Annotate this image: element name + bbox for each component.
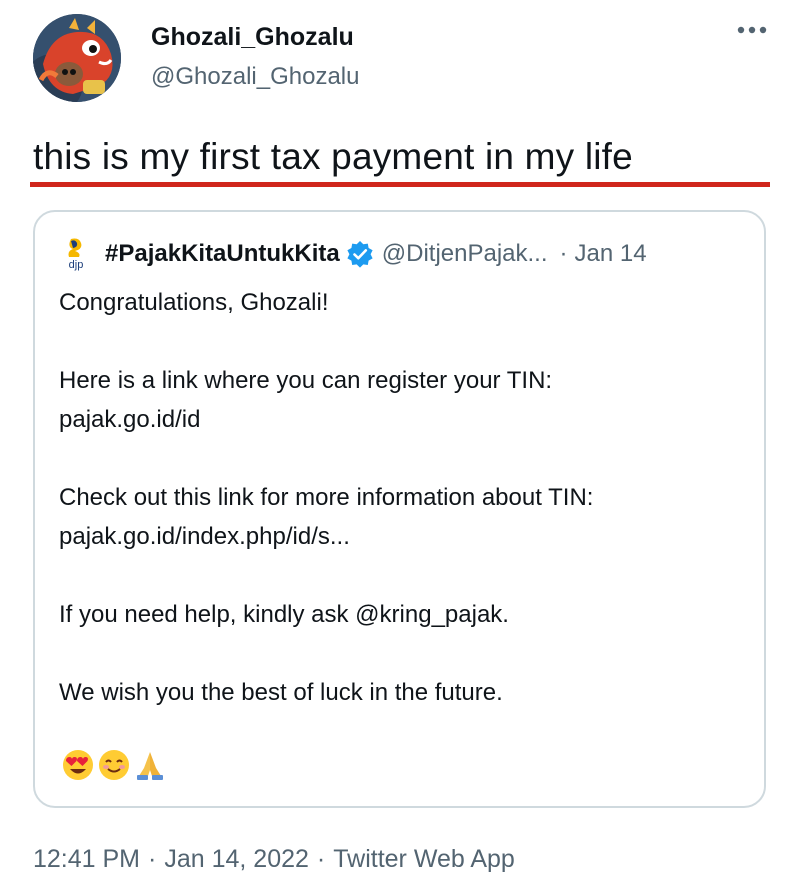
quote-line-register: Here is a link where you can register yo… <box>59 367 553 394</box>
tweet-text: this is my first tax payment in my life <box>33 136 633 177</box>
quote-line-greeting: Congratulations, Ghozali! <box>59 289 329 316</box>
quoted-author-name[interactable]: #PajakKitaUntukKita <box>105 240 340 268</box>
tweet-time[interactable]: 12:41 PM <box>33 845 140 873</box>
separator-dot: · <box>316 845 326 873</box>
quote-link-register[interactable]: pajak.go.id/id <box>59 405 200 435</box>
author-avatar[interactable] <box>33 14 121 102</box>
separator-dot: · <box>148 845 157 873</box>
quote-link-info[interactable]: pajak.go.id/index.php/id/s... <box>59 522 350 552</box>
quoted-tweet-header: djp #PajakKitaUntukKita @DitjenPajak... … <box>61 236 647 272</box>
author-handle[interactable]: @Ghozali_Ghozalu <box>151 62 359 92</box>
tweet-meta: 12:41 PM · Jan 14, 2022 · Twitter Web App <box>33 843 515 875</box>
highlight-underline <box>30 182 770 187</box>
author-info: Ghozali_Ghozalu @Ghozali_Ghozalu <box>151 22 359 92</box>
folded-hands-emoji-icon <box>137 752 163 780</box>
author-display-name[interactable]: Ghozali_Ghozalu <box>151 22 359 52</box>
quoted-author-handle[interactable]: @DitjenPajak... <box>382 240 548 268</box>
quote-line-wish: We wish you the best of luck in the futu… <box>59 679 503 706</box>
djp-logo-icon[interactable]: djp <box>61 237 91 271</box>
tweet-date[interactable]: Jan 14, 2022 <box>164 845 309 873</box>
verified-badge-icon <box>347 241 373 268</box>
smiling-face-emoji-icon <box>99 750 129 780</box>
svg-text:djp: djp <box>69 259 84 271</box>
emoji-row <box>61 748 167 782</box>
tweet-header: Ghozali_Ghozalu @Ghozali_Ghozalu <box>33 14 773 104</box>
tweet-source[interactable]: Twitter Web App <box>333 845 515 873</box>
quote-line-info: Check out this link for more information… <box>59 484 594 511</box>
heart-eyes-emoji-icon <box>63 750 93 780</box>
quote-line-help: If you need help, kindly ask @kring_paja… <box>59 601 509 628</box>
separator-dot: · <box>559 240 568 267</box>
character-avatar-icon <box>33 14 121 102</box>
quoted-tweet-date[interactable]: Jan 14 <box>575 240 647 268</box>
more-horizontal-icon[interactable] <box>735 20 769 40</box>
quoted-tweet-card[interactable]: djp #PajakKitaUntukKita @DitjenPajak... … <box>33 210 766 808</box>
